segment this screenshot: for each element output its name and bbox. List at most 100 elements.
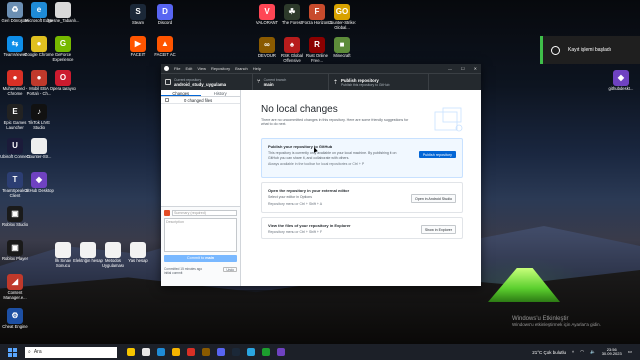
taskbar-search[interactable]: ⌕ Ara bbox=[25, 346, 117, 358]
desktop-icon-yas[interactable]: Yas hesap bbox=[123, 242, 153, 264]
counter-icon bbox=[31, 138, 47, 154]
taskbar-app-6[interactable] bbox=[202, 348, 210, 356]
roblox-player-icon: ▣ bbox=[7, 240, 23, 256]
avatar bbox=[164, 210, 170, 216]
minecraft-icon: ■ bbox=[334, 37, 350, 53]
commit-panel: Summary (required) Description Commit to… bbox=[161, 206, 240, 286]
upload-icon: ⇡ bbox=[333, 79, 339, 86]
desktop-icon-discord[interactable]: D Discord bbox=[150, 4, 180, 26]
open-in-android-studio-button[interactable]: Open in Android Studio bbox=[411, 194, 456, 203]
notifications-icon[interactable]: ▭ bbox=[628, 349, 632, 355]
menu-repository[interactable]: Repository bbox=[211, 66, 230, 71]
description-input[interactable]: Description bbox=[164, 218, 237, 252]
undo-button[interactable]: Undo bbox=[223, 267, 237, 272]
roblox-studio-icon: ▣ bbox=[7, 206, 23, 222]
rsk-icon: ♠ bbox=[284, 37, 300, 53]
desktop-icon-githubdesktop[interactable]: ◆ GitHub Desktop bbox=[24, 172, 54, 194]
forest-icon: ☘ bbox=[284, 4, 300, 20]
weather[interactable]: 21°C Çok bulutlu bbox=[532, 350, 566, 355]
toolbar: Current repository android_study_uygulam… bbox=[161, 73, 481, 90]
teamspeak-icon: T bbox=[7, 172, 23, 188]
faceitac-icon: ▲ bbox=[157, 36, 173, 52]
repo-icon bbox=[165, 79, 171, 85]
content-icon: ◢ bbox=[7, 274, 23, 290]
devour-icon: ∞ bbox=[259, 37, 275, 53]
menu-file[interactable]: File bbox=[174, 66, 180, 71]
show-in-explorer-button[interactable]: Show in Explorer bbox=[420, 225, 456, 234]
rust-icon: R bbox=[309, 37, 325, 53]
publish-repository-card-button[interactable]: Publish repository bbox=[418, 151, 456, 158]
ubisoft-icon: U bbox=[7, 138, 23, 154]
taskbar-app-7[interactable] bbox=[217, 348, 225, 356]
csgo-icon: GO bbox=[334, 4, 350, 20]
desktop-icon-steam[interactable]: S Steam bbox=[123, 4, 153, 26]
activation-watermark: Windows'u Etkinleştir Windows'u etkinleş… bbox=[512, 316, 601, 327]
desktop-icon-opera[interactable]: O Opera tarayıcı bbox=[48, 70, 78, 92]
recycle-icon: ♻ bbox=[7, 2, 23, 18]
taskbar-app-1[interactable] bbox=[127, 348, 135, 356]
taskbar-app-3[interactable] bbox=[157, 348, 165, 356]
desktop-icon-faceit[interactable]: ▶ FACEIT bbox=[123, 36, 153, 58]
tab-history[interactable]: History bbox=[201, 90, 241, 96]
github-desktop-icon: ◆ bbox=[613, 70, 629, 86]
taskbar-app-8[interactable] bbox=[232, 348, 240, 356]
desktop-icon-content[interactable]: ◢ Content Manager.e... bbox=[0, 274, 30, 301]
desktop-icon-cheat[interactable]: ⚙ Cheat Engine bbox=[0, 308, 30, 330]
sidebar: Changes History 0 changed files Summary … bbox=[161, 90, 241, 286]
last-commit-name: initial commit bbox=[164, 271, 183, 275]
taskbar: ⌕ Ara 21°C Çok bulutlu ^ ◠ 🔈 23:56 30.09… bbox=[0, 344, 640, 360]
opera-icon: O bbox=[55, 70, 71, 86]
menu-branch[interactable]: Branch bbox=[235, 66, 248, 71]
search-icon: ⌕ bbox=[28, 349, 31, 355]
taskbar-app-9[interactable] bbox=[247, 348, 255, 356]
summary-input[interactable]: Summary (required) bbox=[172, 210, 237, 216]
desktop-icon-roblox-studio[interactable]: ▣ Roblox Studio bbox=[0, 206, 30, 228]
taskbar-app-11[interactable] bbox=[277, 348, 285, 356]
taskbar-app-2[interactable] bbox=[142, 348, 150, 356]
open-editor-card: Open the repository in your external edi… bbox=[261, 182, 463, 213]
volume-icon[interactable]: 🔈 bbox=[590, 349, 596, 355]
desktop-icon-geforce[interactable]: G GeForce Experience bbox=[48, 36, 78, 63]
menu-help[interactable]: Help bbox=[253, 66, 261, 71]
githubdesktop-icon: ◆ bbox=[31, 172, 47, 188]
network-icon[interactable]: ◠ bbox=[580, 349, 584, 355]
minimize-icon[interactable]: — bbox=[448, 66, 452, 71]
clock[interactable]: 23:56 30.09.2023 bbox=[602, 347, 622, 357]
tab-changes[interactable]: Changes bbox=[161, 90, 201, 96]
yas-icon bbox=[130, 242, 146, 258]
teamviewer-icon: ⇆ bbox=[7, 36, 23, 52]
system-tray: 21°C Çok bulutlu ^ ◠ 🔈 23:56 30.09.2023 … bbox=[532, 347, 640, 357]
select-all-checkbox[interactable] bbox=[165, 98, 169, 102]
publish-repository-button[interactable]: ⇡ Publish repository Publish this reposi… bbox=[329, 74, 429, 90]
recording-toast[interactable]: Kayıt işlemi başladı bbox=[540, 36, 640, 64]
title-bar: File Edit View Repository Branch Help — … bbox=[161, 64, 481, 73]
menu-edit[interactable]: Edit bbox=[185, 66, 192, 71]
ilk-sinav-icon bbox=[55, 242, 71, 258]
tiktok-icon: ♪ bbox=[31, 104, 47, 120]
epic-icon: E bbox=[7, 104, 23, 120]
desktop-icon-roblox-player[interactable]: ▣ Roblox Player bbox=[0, 240, 30, 262]
chrome-icon: ● bbox=[31, 36, 47, 52]
taskbar-app-5[interactable] bbox=[187, 348, 195, 356]
taskbar-app-4[interactable] bbox=[172, 348, 180, 356]
current-branch-dropdown[interactable]: ⑂ Current branch main bbox=[253, 74, 329, 90]
illustration-icon bbox=[434, 107, 463, 132]
desktop-icon-tiktok[interactable]: ♪ TikTok LIVE Studio bbox=[24, 104, 54, 131]
steam-icon: S bbox=[130, 4, 146, 20]
desktop-icon-faceitac[interactable]: ▲ FACEIT AC bbox=[150, 36, 180, 58]
commit-button[interactable]: Commit to main bbox=[164, 255, 237, 262]
faceit-icon: ▶ bbox=[130, 36, 146, 52]
tray-arrow-icon[interactable]: ^ bbox=[572, 350, 574, 355]
desktop-icon-counter[interactable]: Counter-Str... bbox=[24, 138, 54, 160]
maximize-icon[interactable]: ☐ bbox=[461, 66, 465, 71]
nesne-icon bbox=[55, 2, 71, 18]
desktop-icon-csgo[interactable]: GO Counter-Strike: Global... bbox=[327, 4, 357, 31]
menu-view[interactable]: View bbox=[197, 66, 206, 71]
taskbar-app-10[interactable] bbox=[262, 348, 270, 356]
close-icon[interactable]: ✕ bbox=[474, 66, 477, 71]
desktop-icon-nesne[interactable]: Nesne_Tabanlı... bbox=[48, 2, 79, 24]
desktop-icon-minecraft[interactable]: ■ Minecraft bbox=[327, 37, 357, 59]
desktop-icon-githubdesktop-right[interactable]: ◆ githubdeskt... bbox=[606, 70, 636, 92]
current-repository-dropdown[interactable]: Current repository android_study_uygulam… bbox=[161, 74, 253, 90]
start-button[interactable] bbox=[5, 345, 19, 359]
